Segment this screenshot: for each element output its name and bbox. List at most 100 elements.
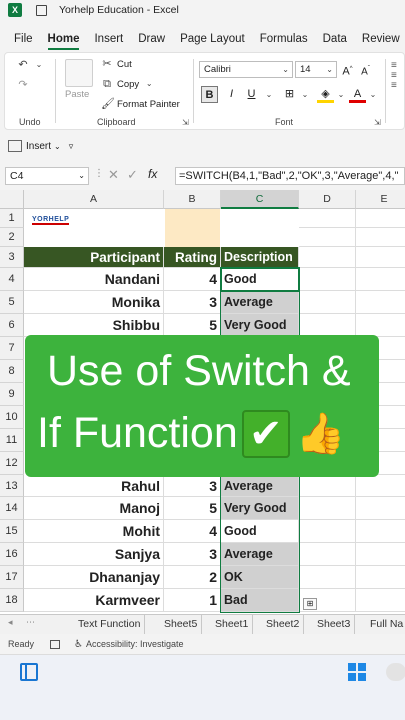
sheet-tab[interactable]: Sheet5 [160, 615, 203, 634]
chevron-down-icon[interactable]: ⌄ [263, 89, 275, 101]
row-header[interactable]: 14 [0, 497, 24, 520]
participant-cell[interactable]: Rahul [24, 475, 164, 497]
redo-button[interactable]: ↷ [17, 79, 29, 91]
empty-cell[interactable] [299, 268, 356, 291]
participant-cell[interactable]: Dhananjay [24, 566, 164, 589]
copy-button[interactable]: ⧉ Copy ⌄ [101, 78, 155, 90]
empty-cell[interactable] [299, 520, 356, 543]
dialog-launcher-icon[interactable]: ⇲ [182, 118, 189, 127]
underline-button[interactable]: U [243, 86, 260, 103]
save-icon[interactable] [36, 4, 47, 16]
paste-button-label[interactable]: Paste [65, 89, 89, 100]
row-header[interactable]: 8 [0, 360, 24, 383]
rating-cell[interactable]: 3 [164, 475, 221, 497]
tab-data[interactable]: Data [323, 33, 347, 45]
select-all-corner[interactable] [0, 190, 24, 209]
participant-cell[interactable]: Monika [24, 291, 164, 314]
search-icon[interactable] [386, 663, 405, 681]
description-cell[interactable]: OK [221, 566, 299, 589]
header-cell-participant[interactable]: Participant [24, 247, 164, 268]
sheet-tab[interactable]: Sheet2 [262, 615, 305, 634]
grow-font-button[interactable]: A^ [339, 61, 356, 78]
empty-cell[interactable] [356, 475, 405, 497]
font-color-icon[interactable]: A [349, 86, 366, 103]
column-header[interactable]: C [221, 190, 299, 209]
tab-page-layout[interactable]: Page Layout [180, 33, 245, 45]
borders-icon[interactable]: ⊞ [281, 86, 298, 103]
empty-cell[interactable] [356, 543, 405, 566]
tab-draw[interactable]: Draw [138, 33, 165, 45]
dialog-launcher-icon[interactable]: ⇲ [374, 118, 381, 127]
participant-cell[interactable]: Mohit [24, 520, 164, 543]
rating-cell[interactable]: 5 [164, 314, 221, 337]
row-header[interactable]: 3 [0, 247, 24, 268]
format-painter-button[interactable]: 🖌 Format Painter [101, 98, 180, 110]
row-header[interactable]: 10 [0, 406, 24, 429]
alignment-icon[interactable]: ≡ ≡ ≡ [391, 61, 397, 91]
empty-cell[interactable] [299, 291, 356, 314]
empty-cell[interactable] [356, 209, 405, 228]
empty-cell[interactable] [356, 228, 405, 247]
column-header[interactable]: B [164, 190, 221, 209]
empty-cell[interactable] [356, 291, 405, 314]
empty-cell[interactable] [356, 247, 405, 268]
empty-cell[interactable] [356, 497, 405, 520]
participant-cell[interactable]: Shibbu [24, 314, 164, 337]
fill-color-icon[interactable]: ◈ [317, 86, 334, 103]
quick-analysis-icon[interactable]: ⊞ [303, 598, 317, 610]
row-header[interactable]: 18 [0, 589, 24, 612]
empty-cell[interactable] [299, 497, 356, 520]
italic-button[interactable]: I [223, 86, 240, 103]
rating-cell[interactable]: 1 [164, 589, 221, 612]
rating-cell[interactable]: 2 [164, 566, 221, 589]
description-cell[interactable]: Very Good [221, 314, 299, 337]
empty-cell[interactable] [356, 268, 405, 291]
tab-formulas[interactable]: Formulas [260, 33, 308, 45]
empty-cell[interactable] [356, 566, 405, 589]
rating-cell[interactable]: 3 [164, 543, 221, 566]
scroll-left-icon[interactable]: ◂ [8, 617, 13, 628]
windows-start-icon[interactable] [348, 663, 366, 681]
rating-cell[interactable]: 3 [164, 291, 221, 314]
tab-file[interactable]: File [14, 33, 33, 45]
row-header[interactable]: 13 [0, 475, 24, 497]
name-box[interactable]: C4 ⌄ [5, 167, 89, 185]
participant-cell[interactable]: Manoj [24, 497, 164, 520]
cut-button[interactable]: ✂ Cut [101, 58, 131, 70]
empty-cell[interactable] [299, 314, 356, 337]
empty-cell[interactable] [356, 589, 405, 612]
macro-icon[interactable] [50, 639, 61, 649]
insert-button[interactable]: Insert [26, 141, 51, 152]
row-header[interactable]: 5 [0, 291, 24, 314]
chevron-down-icon[interactable]: ⌄ [54, 142, 61, 151]
insert-function-button[interactable]: fx [148, 167, 157, 181]
empty-cell[interactable] [299, 247, 356, 268]
chevron-down-icon[interactable]: ⌄ [299, 89, 311, 101]
description-cell[interactable]: Good [221, 520, 299, 543]
widgets-icon[interactable] [20, 663, 38, 681]
empty-cell[interactable] [299, 209, 356, 228]
empty-cell[interactable] [299, 475, 356, 497]
paste-icon[interactable] [65, 59, 93, 87]
more-sheets-icon[interactable]: ⋯ [26, 617, 35, 628]
empty-cell[interactable] [299, 566, 356, 589]
sheet-tab[interactable]: Full Na [366, 615, 405, 634]
tab-review[interactable]: Review [362, 33, 400, 45]
row-header[interactable]: 17 [0, 566, 24, 589]
font-size-select[interactable]: 14 ⌄ [295, 61, 337, 78]
shrink-font-button[interactable]: Aˇ [357, 61, 374, 78]
chevron-down-icon[interactable]: ⌄ [367, 89, 379, 101]
highlighted-cell[interactable] [165, 209, 220, 247]
row-header[interactable]: 9 [0, 383, 24, 406]
insert-cells-icon[interactable] [8, 140, 22, 152]
row-header[interactable]: 4 [0, 268, 24, 291]
row-header[interactable]: 1 [0, 209, 24, 228]
column-header[interactable]: A [24, 190, 164, 209]
participant-cell[interactable]: Nandani [24, 268, 164, 291]
description-cell[interactable]: Average [221, 475, 299, 497]
formula-input[interactable]: =SWITCH(B4,1,"Bad",2,"OK",3,"Average",4,… [175, 167, 405, 185]
participant-cell[interactable]: Sanjya [24, 543, 164, 566]
empty-cell[interactable] [356, 520, 405, 543]
rating-cell[interactable]: 4 [164, 520, 221, 543]
row-header[interactable]: 12 [0, 452, 24, 475]
